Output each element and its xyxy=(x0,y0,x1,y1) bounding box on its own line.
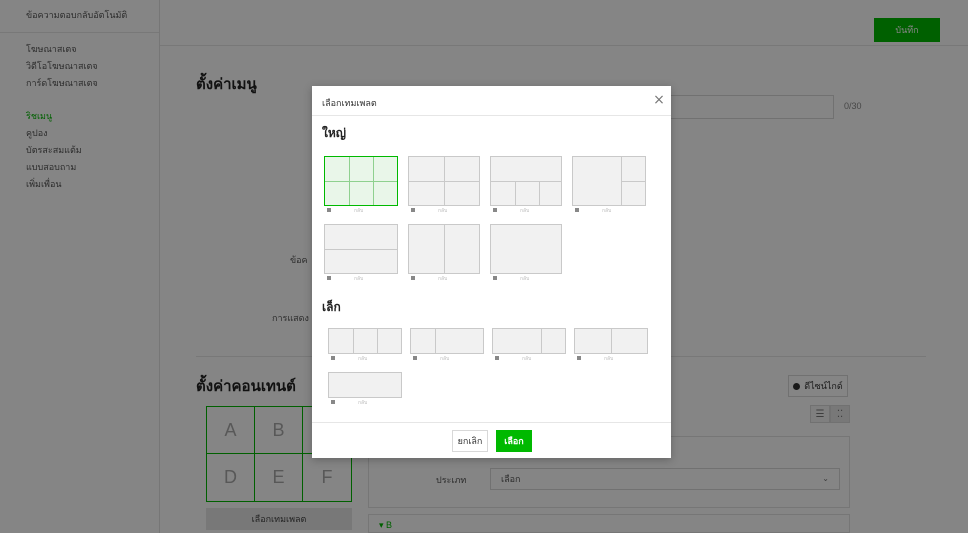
template-preview xyxy=(328,328,402,354)
template-small-1[interactable]: กลับ xyxy=(328,328,402,362)
grid-line xyxy=(539,181,540,205)
cancel-button[interactable]: ยกเลิก xyxy=(452,430,488,452)
template-small-2[interactable]: กลับ xyxy=(410,328,484,362)
template-large-7[interactable]: กลับ xyxy=(490,224,562,282)
grid-line xyxy=(491,181,561,182)
grid-line xyxy=(515,181,516,205)
modal-footer: ยกเลิก เลือก xyxy=(312,422,671,458)
template-small-3[interactable]: กลับ xyxy=(492,328,566,362)
template-small-4[interactable]: กลับ xyxy=(574,328,648,362)
template-preview xyxy=(324,224,398,274)
template-preview xyxy=(492,328,566,354)
template-preview xyxy=(324,156,398,206)
template-small-5[interactable]: กลับ xyxy=(328,372,402,406)
section-small-title: เล็ก xyxy=(322,300,341,314)
template-preview xyxy=(408,156,480,206)
template-large-1[interactable]: กลับ xyxy=(324,156,398,214)
template-preview xyxy=(408,224,480,274)
grid-line xyxy=(409,181,479,182)
grid-line xyxy=(621,181,645,182)
modal-title: เลือกเทมเพลต xyxy=(322,98,377,108)
template-modal: เลือกเทมเพลต × ใหญ่ กลับ กลับ กลับ กลับ … xyxy=(312,86,671,458)
template-preview xyxy=(410,328,484,354)
template-preview xyxy=(490,224,562,274)
template-preview xyxy=(328,372,402,398)
modal-header: เลือกเทมเพลต × xyxy=(312,86,671,116)
close-icon[interactable]: × xyxy=(652,93,666,107)
select-button[interactable]: เลือก xyxy=(496,430,532,452)
section-large-title: ใหญ่ xyxy=(322,126,346,140)
grid-line xyxy=(353,329,354,353)
template-preview xyxy=(574,328,648,354)
template-preview xyxy=(490,156,562,206)
grid-line xyxy=(325,249,397,250)
template-large-3[interactable]: กลับ xyxy=(490,156,562,214)
template-large-6[interactable]: กลับ xyxy=(408,224,480,282)
template-large-2[interactable]: กลับ xyxy=(408,156,480,214)
template-large-5[interactable]: กลับ xyxy=(324,224,398,282)
grid-line xyxy=(444,225,445,273)
template-large-4[interactable]: กลับ xyxy=(572,156,646,214)
grid-line xyxy=(611,329,612,353)
grid-line xyxy=(541,329,542,353)
grid-line xyxy=(325,181,397,182)
grid-line xyxy=(377,329,378,353)
template-preview xyxy=(572,156,646,206)
grid-line xyxy=(435,329,436,353)
